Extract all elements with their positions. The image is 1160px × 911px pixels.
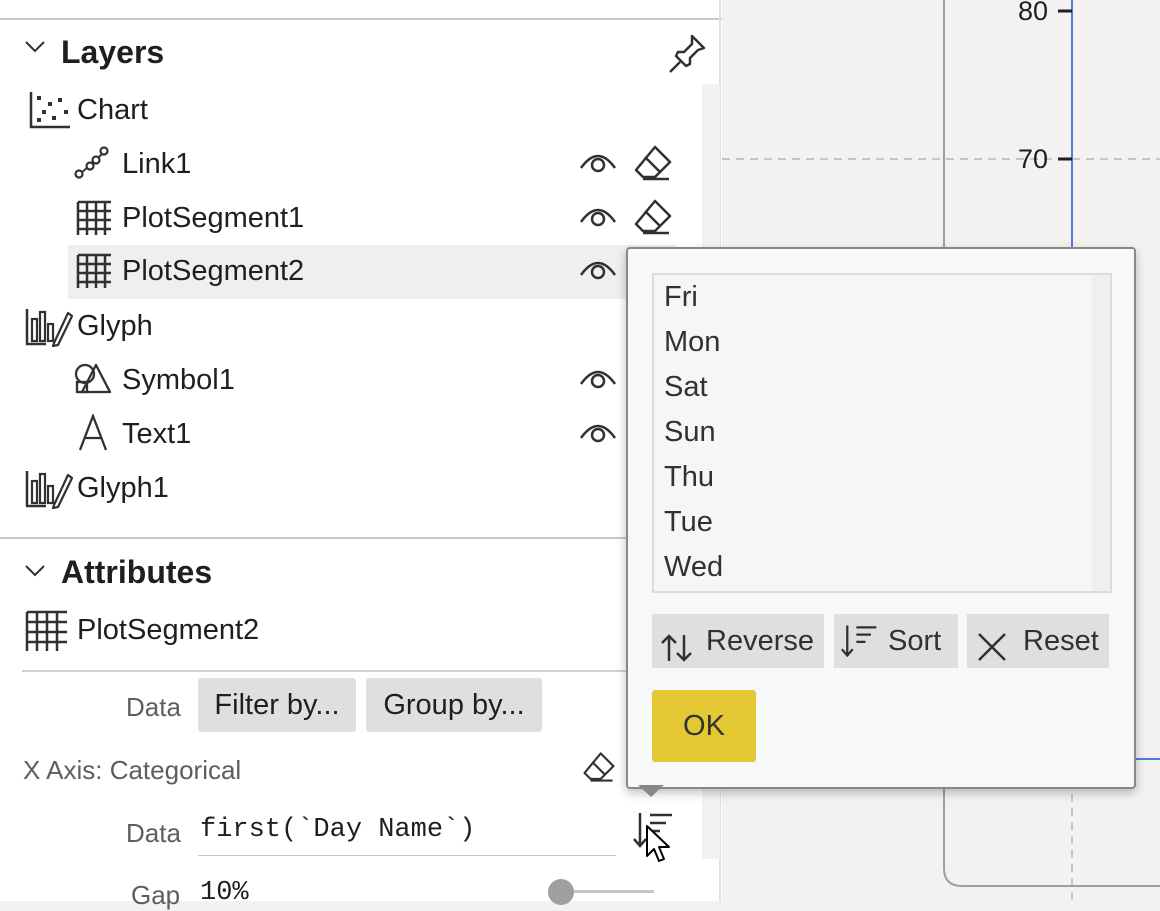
left-panel: Layers Chart Link1 PlotSegment1 PlotSegm… bbox=[0, 0, 722, 910]
sort-label: Sort bbox=[888, 625, 942, 657]
y-tick-label: 80 bbox=[1018, 0, 1049, 26]
chevron-down-icon bbox=[25, 565, 45, 577]
input-underline bbox=[198, 855, 616, 856]
popup-pointer bbox=[638, 785, 664, 797]
list-item[interactable]: Fri bbox=[664, 281, 698, 314]
link-icon bbox=[74, 146, 110, 180]
attributes-title: Attributes bbox=[61, 554, 213, 590]
eye-icon[interactable] bbox=[579, 366, 617, 392]
layer-item-label: Glyph bbox=[77, 310, 153, 342]
x-data-label: Data bbox=[126, 818, 181, 848]
eraser-icon[interactable] bbox=[633, 198, 673, 236]
layer-item-label: PlotSegment1 bbox=[122, 202, 305, 234]
eye-icon[interactable] bbox=[579, 204, 617, 230]
group-by-button[interactable]: Group by... bbox=[366, 678, 542, 732]
reverse-button[interactable]: Reverse bbox=[652, 614, 824, 668]
layer-item-label: Glyph1 bbox=[77, 472, 169, 504]
sort-icon bbox=[840, 622, 880, 678]
layers-title: Layers bbox=[61, 34, 165, 70]
list-item[interactable]: Mon bbox=[664, 326, 720, 359]
layer-item-plotsegment1[interactable]: PlotSegment1 bbox=[0, 194, 700, 246]
layer-item-label: Symbol1 bbox=[122, 364, 235, 396]
reverse-label: Reverse bbox=[706, 625, 814, 657]
x-data-expression[interactable]: first(`Day Name`) bbox=[200, 815, 475, 845]
glyph-icon bbox=[24, 307, 74, 347]
reverse-arrows-icon bbox=[660, 627, 694, 681]
list-item[interactable]: Sun bbox=[664, 416, 716, 449]
grid-icon bbox=[75, 199, 113, 237]
x-axis-label: X Axis: Categorical bbox=[23, 755, 242, 785]
category-order-list[interactable]: Fri Mon Sat Sun Thu Tue Wed bbox=[652, 273, 1112, 593]
eye-icon[interactable] bbox=[579, 257, 617, 283]
chevron-down-icon bbox=[25, 41, 45, 53]
filter-by-button[interactable]: Filter by... bbox=[198, 678, 356, 732]
scatter-chart-icon bbox=[28, 90, 72, 130]
list-item[interactable]: Tue bbox=[664, 506, 713, 539]
layer-item-label: Text1 bbox=[122, 418, 192, 450]
pin-icon[interactable] bbox=[668, 32, 708, 74]
grid-icon bbox=[24, 609, 70, 653]
sort-button[interactable]: Sort bbox=[834, 614, 958, 668]
layer-item-glyph1[interactable]: Glyph1 bbox=[0, 464, 620, 516]
y-tick-label: 70 bbox=[1018, 144, 1049, 174]
attributes-object-name: PlotSegment2 bbox=[77, 614, 260, 646]
category-order-popup: Fri Mon Sat Sun Thu Tue Wed Reverse Sort… bbox=[626, 247, 1136, 789]
list-item[interactable]: Sat bbox=[664, 371, 708, 404]
layer-item-label: Chart bbox=[77, 94, 148, 126]
layer-item-label: PlotSegment2 bbox=[122, 255, 305, 287]
eraser-icon[interactable] bbox=[633, 144, 673, 182]
shapes-icon bbox=[74, 362, 112, 396]
gap-slider-thumb[interactable] bbox=[548, 879, 574, 905]
layer-item-label: Link1 bbox=[122, 148, 192, 180]
list-item[interactable]: Thu bbox=[664, 461, 714, 494]
list-item[interactable]: Wed bbox=[664, 551, 723, 584]
data-label: Data bbox=[126, 692, 181, 722]
layer-item-text1[interactable]: Text1 bbox=[0, 410, 620, 462]
eraser-icon[interactable] bbox=[582, 750, 616, 784]
mouse-cursor-icon bbox=[645, 824, 673, 869]
gap-label: Gap bbox=[131, 880, 181, 910]
grid-icon bbox=[75, 252, 113, 290]
divider bbox=[22, 670, 628, 672]
layer-item-chart[interactable]: Chart bbox=[0, 86, 700, 138]
eye-icon[interactable] bbox=[579, 150, 617, 176]
ok-button[interactable]: OK bbox=[652, 690, 756, 762]
layers-collapse-toggle[interactable] bbox=[24, 40, 46, 59]
text-icon bbox=[78, 414, 108, 452]
reset-label: Reset bbox=[1023, 625, 1099, 657]
close-icon bbox=[977, 626, 1007, 680]
layer-item-link1[interactable]: Link1 bbox=[0, 140, 700, 192]
divider bbox=[0, 18, 722, 20]
gap-slider-track[interactable] bbox=[560, 890, 654, 893]
reset-button[interactable]: Reset bbox=[967, 614, 1109, 668]
layer-item-glyph[interactable]: Glyph bbox=[0, 302, 700, 354]
gap-value[interactable]: 10% bbox=[200, 878, 249, 908]
scrollbar[interactable] bbox=[1092, 275, 1110, 591]
layer-item-symbol1[interactable]: Symbol1 bbox=[0, 356, 620, 408]
glyph-icon bbox=[24, 469, 74, 509]
attributes-collapse-toggle[interactable] bbox=[24, 564, 46, 583]
divider bbox=[0, 537, 628, 539]
layer-item-plotsegment2[interactable]: PlotSegment2 bbox=[68, 245, 676, 299]
eye-icon[interactable] bbox=[579, 420, 617, 446]
